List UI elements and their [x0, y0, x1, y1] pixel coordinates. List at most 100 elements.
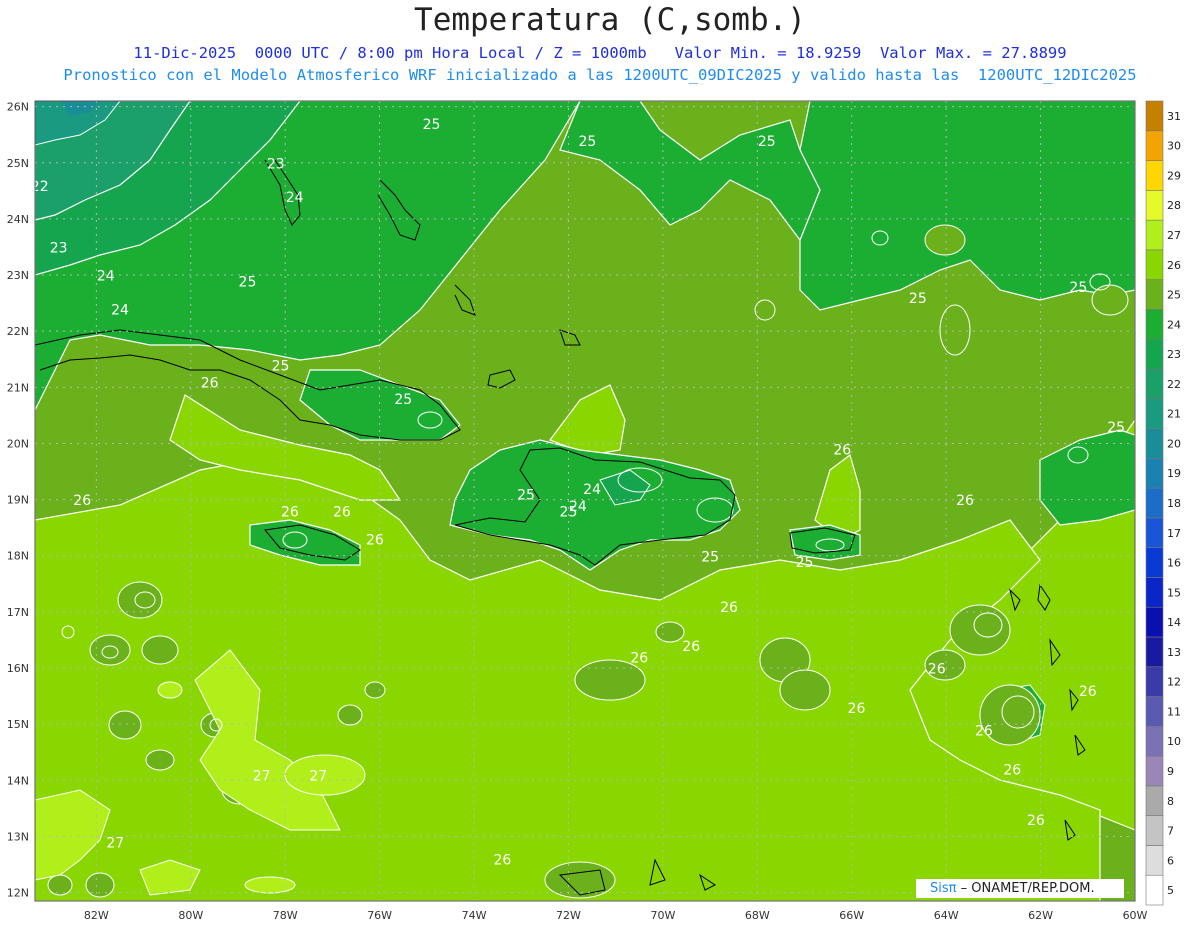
contour-label: 24 — [569, 499, 587, 515]
contour-label: 26 — [975, 723, 993, 739]
lon-tick-label: 68W — [745, 909, 770, 922]
lat-tick-label: 16N — [7, 662, 29, 675]
colorbar-swatch — [1145, 160, 1164, 191]
contour-label: 25 — [272, 358, 290, 374]
colorbar-swatch — [1145, 338, 1164, 370]
colorbar-label: 19 — [1167, 467, 1181, 480]
lon-tick-label: 80W — [178, 909, 203, 922]
colorbar-label: 29 — [1167, 169, 1181, 182]
colorbar-swatch — [1145, 517, 1164, 548]
contour-label: 26 — [333, 504, 351, 520]
latitude-axis: 26N 25N 24N 23N 22N 21N 20N 19N 18N 17N 16N 15N 14N 1… — [7, 101, 29, 900]
contour-label: 26 — [281, 504, 299, 520]
lat-tick-label: 13N — [7, 830, 29, 843]
colorbar-label: 13 — [1167, 646, 1181, 659]
colorbar-label: 6 — [1167, 854, 1174, 867]
lon-tick-label: 72W — [556, 909, 581, 922]
lon-tick-label: 70W — [650, 909, 675, 922]
credit-brand: Sisπ — [930, 881, 957, 896]
contour-label: 27 — [253, 768, 271, 784]
contour-label: 26 — [956, 493, 974, 509]
colorbar-swatch — [1145, 696, 1164, 727]
contour-label: 26 — [682, 639, 700, 655]
colorbar-swatch — [1145, 606, 1164, 638]
colorbar-swatch — [1145, 666, 1164, 697]
colorbar-label: 23 — [1167, 348, 1181, 361]
colorbar-swatch — [1145, 190, 1164, 221]
colorbar-label: 5 — [1167, 884, 1174, 897]
contour-label: 26 — [366, 533, 384, 549]
lon-tick-label: 60W — [1123, 909, 1148, 922]
contour-label: 25 — [909, 291, 927, 307]
colorbar-swatch — [1145, 487, 1164, 519]
contour-label: 26 — [928, 662, 946, 678]
lat-tick-label: 22N — [7, 325, 29, 338]
colorbar-label: 7 — [1167, 825, 1174, 838]
contour-label: 26 — [493, 853, 511, 869]
colorbar-swatch — [1145, 368, 1164, 400]
lat-tick-label: 25N — [7, 157, 29, 170]
lon-tick-label: 82W — [84, 909, 109, 922]
temperature-map: 222323242424252525 252525252525252525 2524… — [7, 100, 1181, 922]
colorbar-label: 31 — [1167, 110, 1181, 123]
contour-label: 23 — [50, 241, 68, 257]
colorbar-swatch — [1145, 458, 1164, 489]
lat-tick-label: 21N — [7, 381, 29, 394]
colorbar-label: 14 — [1167, 616, 1181, 629]
colorbar-swatch — [1145, 398, 1164, 429]
colorbar-label: 8 — [1167, 795, 1174, 808]
contour-label: 26 — [630, 650, 648, 666]
colorbar-label: 25 — [1167, 289, 1181, 302]
contour-label: 26 — [833, 443, 851, 459]
contour-label: 27 — [106, 836, 124, 852]
contour-label: 25 — [578, 134, 596, 150]
colorbar-label: 9 — [1167, 765, 1174, 778]
colorbar-label: 15 — [1167, 586, 1181, 599]
colorbar-swatch — [1145, 249, 1164, 280]
lat-tick-label: 26N — [7, 101, 29, 114]
credit-text: – ONAMET/REP.DOM. — [956, 881, 1095, 896]
colorbar-swatch — [1145, 785, 1164, 816]
colorbar-swatch — [1145, 428, 1164, 459]
colorbar-swatch — [1145, 309, 1164, 340]
lat-tick-label: 17N — [7, 606, 29, 619]
colorbar-swatch — [1145, 636, 1164, 668]
lat-tick-label: 19N — [7, 494, 29, 507]
contour-label: 25 — [796, 555, 814, 571]
colorbar-label: 17 — [1167, 527, 1181, 540]
colorbar-label: 18 — [1167, 497, 1181, 510]
contour-label: 26 — [1027, 813, 1045, 829]
contour-label: 23 — [267, 156, 285, 172]
colorbar-label: 27 — [1167, 229, 1181, 242]
colorbar-label: 10 — [1167, 735, 1181, 748]
colorbar-swatch — [1145, 726, 1164, 757]
contour-label: 22 — [31, 179, 49, 195]
contour-label: 27 — [309, 768, 327, 784]
contour-label: 25 — [239, 274, 257, 290]
lon-tick-label: 66W — [839, 909, 864, 922]
lon-tick-label: 76W — [367, 909, 392, 922]
colorbar-swatch — [1145, 100, 1164, 132]
lat-tick-label: 12N — [7, 887, 29, 900]
contour-label: 24 — [583, 482, 601, 498]
colorbar-label: 21 — [1167, 408, 1181, 421]
contour-label: 26 — [1003, 763, 1021, 779]
colorbar-legend: 5 6 7 8 9 10 11 12 13 14 15 16 17 18 19 20 21 22 23 24 25 26 2… — [1145, 100, 1181, 906]
colorbar-label: 30 — [1167, 140, 1181, 153]
colorbar-label: 16 — [1167, 557, 1181, 570]
contour-label: 24 — [97, 269, 115, 285]
contour-label: 26 — [1079, 684, 1097, 700]
longitude-axis: 82W 80W 78W 76W 74W 72W 70W 68W 66W 64W 62W 60W — [84, 909, 1148, 922]
contour-label: 25 — [1107, 420, 1125, 436]
colorbar-label: 28 — [1167, 199, 1181, 212]
contour-label: 26 — [201, 375, 219, 391]
colorbar-swatch — [1145, 815, 1164, 846]
lat-tick-label: 23N — [7, 269, 29, 282]
lat-tick-label: 15N — [7, 718, 29, 731]
colorbar-label: 22 — [1167, 378, 1181, 391]
colorbar-label: 12 — [1167, 676, 1181, 689]
colorbar-label: 20 — [1167, 437, 1181, 450]
contour-label: 25 — [1069, 280, 1087, 296]
lat-tick-label: 20N — [7, 437, 29, 450]
contour-label: 25 — [701, 549, 719, 565]
